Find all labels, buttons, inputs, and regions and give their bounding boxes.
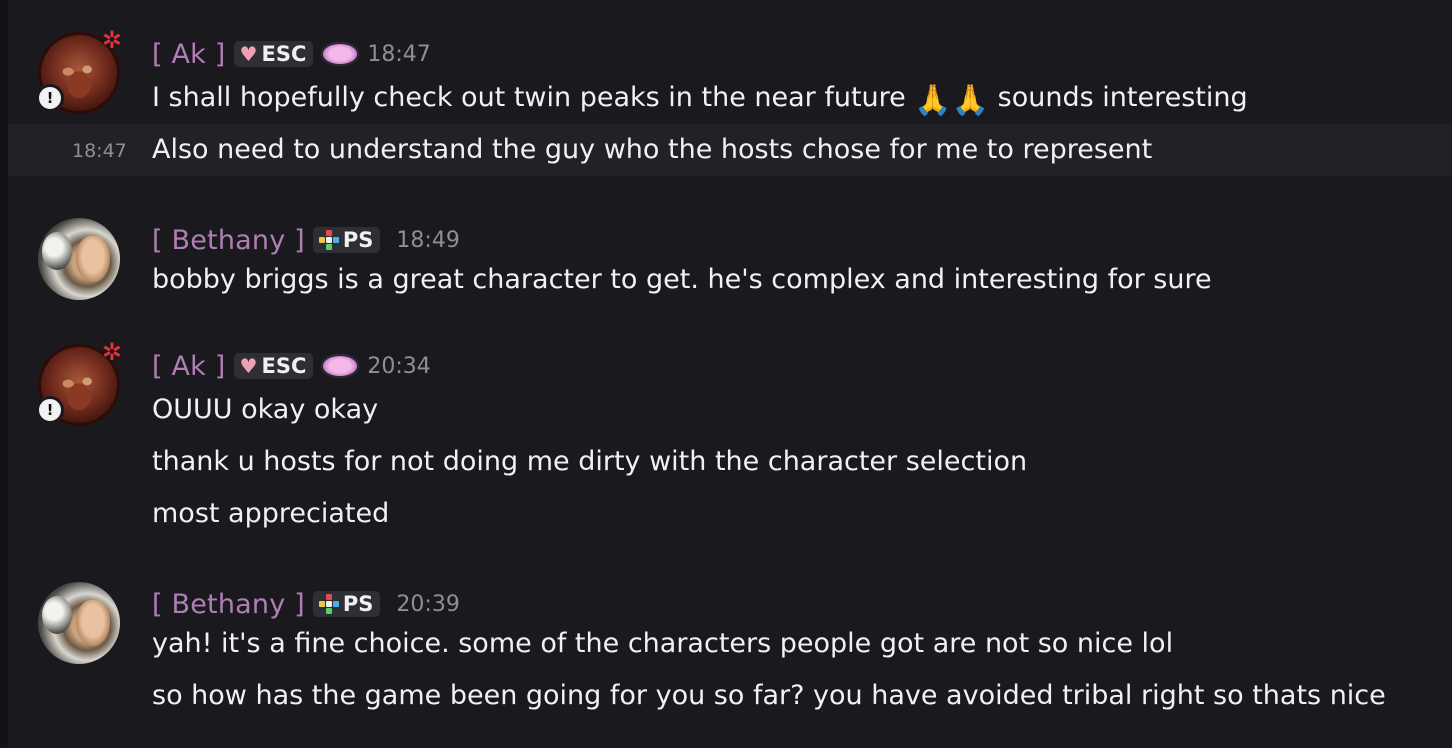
username[interactable]: [ Ak ] — [152, 39, 226, 70]
message-text: sounds interesting — [989, 82, 1248, 113]
message-line: I shall hopefully check out twin peaks i… — [152, 80, 1248, 119]
message-text: I shall hopefully check out twin peaks i… — [152, 82, 915, 113]
timestamp[interactable]: 18:49 — [396, 228, 459, 253]
heart-icon: ♥ — [239, 354, 258, 378]
timestamp[interactable]: 18:47 — [367, 42, 430, 67]
avatar[interactable] — [38, 218, 120, 300]
guild-tag-label: ESC — [261, 42, 307, 66]
diamond-arrows-icon — [318, 230, 339, 250]
message-header: [ Bethany ] PS 18:49 — [152, 224, 460, 256]
message-header: [ Ak ] ♥ ESC 18:47 — [152, 38, 431, 70]
sidebar-edge — [0, 0, 8, 748]
avatar-image — [38, 582, 120, 664]
anger-mark-icon: ✲ — [101, 338, 122, 366]
anger-mark-icon: ✲ — [101, 26, 122, 54]
username[interactable]: [ Bethany ] — [152, 225, 305, 256]
message-line: bobby briggs is a great character to get… — [152, 264, 1212, 295]
username[interactable]: [ Ak ] — [152, 351, 226, 382]
warning-icon: ! — [36, 84, 64, 112]
guild-tag[interactable]: ♥ ESC — [233, 41, 314, 67]
guild-tag-label: PS — [342, 592, 374, 616]
message-line: yah! it's a fine choice. some of the cha… — [152, 628, 1174, 659]
guild-tag[interactable]: ♥ ESC — [233, 353, 314, 379]
username[interactable]: [ Bethany ] — [152, 589, 305, 620]
diamond-arrows-icon — [318, 594, 339, 614]
guild-tag-label: ESC — [261, 354, 307, 378]
guild-tag-label: PS — [342, 228, 374, 252]
message-line: Also need to understand the guy who the … — [152, 134, 1153, 165]
avatar[interactable]: ✲ ! — [36, 340, 122, 426]
message-line: most appreciated — [152, 498, 390, 529]
heart-icon: ♥ — [239, 42, 258, 66]
hover-timestamp: 18:47 — [72, 140, 127, 162]
message-line: thank u hosts for not doing me dirty wit… — [152, 446, 1028, 477]
folded-hands-emoji-icon[interactable]: 🙏🙏 — [914, 83, 989, 119]
timestamp[interactable]: 20:39 — [396, 592, 459, 617]
message-header: [ Ak ] ♥ ESC 20:34 — [152, 350, 431, 382]
chat-message-list: 18:47 ✲ ! [ Ak ] ♥ ESC 18:47 I shall hop… — [0, 0, 1452, 748]
message-header: [ Bethany ] PS 20:39 — [152, 588, 460, 620]
message-line: OUUU okay okay — [152, 394, 379, 425]
avatar[interactable]: ✲ ! — [36, 28, 122, 114]
guild-tag[interactable]: PS — [312, 591, 381, 617]
timestamp[interactable]: 20:34 — [367, 354, 430, 379]
server-emblem-icon[interactable] — [321, 354, 360, 378]
avatar[interactable] — [38, 582, 120, 664]
avatar-image — [38, 218, 120, 300]
server-emblem-icon[interactable] — [321, 42, 360, 66]
warning-icon: ! — [36, 396, 64, 424]
guild-tag[interactable]: PS — [312, 227, 381, 253]
message-line: so how has the game been going for you s… — [152, 680, 1386, 711]
